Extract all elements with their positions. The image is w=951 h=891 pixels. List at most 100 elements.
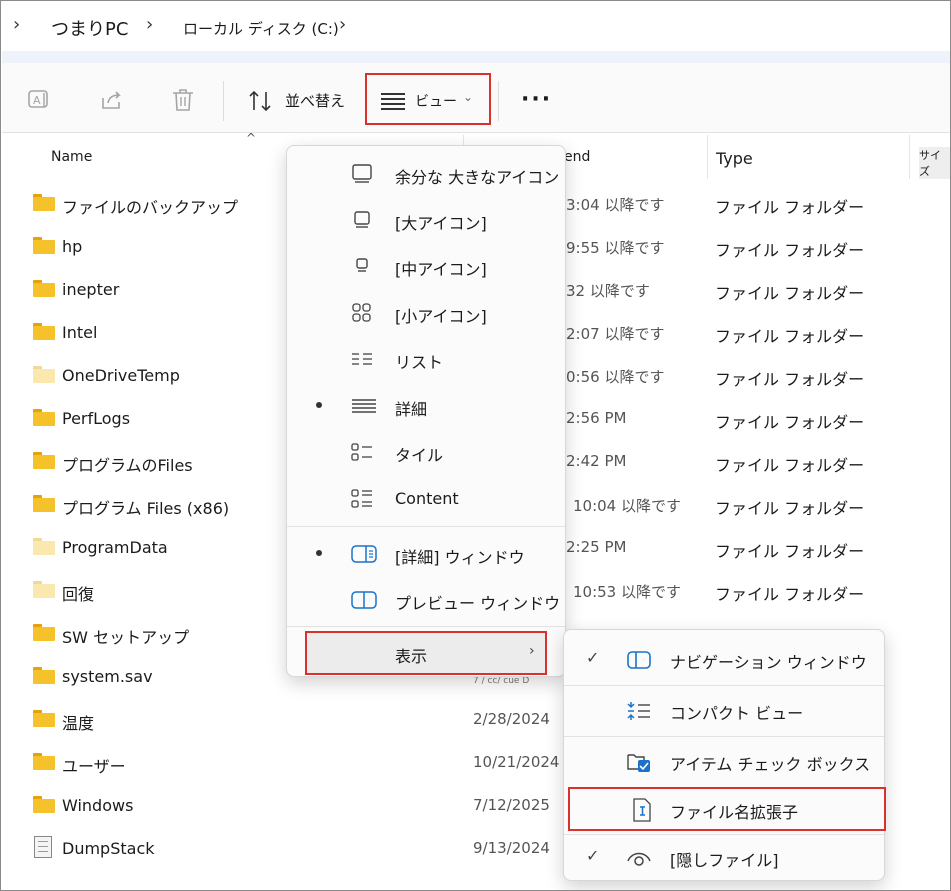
folder-icon [33,753,55,770]
view-menu-item[interactable]: プレビュー ウィンドウ [287,578,565,622]
file-name: SW セットアップ [62,628,190,647]
selected-bullet-icon [316,550,322,556]
navigation-pane-item[interactable]: ✓ ナビゲーション ウィンドウ [564,636,884,682]
item-checkboxes-item[interactable]: アイテム チェック ボックス [564,738,884,784]
svg-text:A: A [33,94,41,107]
folder-icon [33,495,55,512]
show-menu-label: 表示 [395,647,428,666]
view-button-label: ビュー [415,94,457,110]
folder-icon [33,452,55,469]
file-name-extensions-item[interactable]: ファイル名拡張子 [568,787,886,831]
folder-icon [33,409,55,426]
document-icon [34,836,52,858]
file-type: ファイル フォルダー [715,241,865,260]
folder-icon [33,624,55,641]
file-date: 9:55 以降です [566,239,665,257]
large-icon [351,210,373,230]
view-menu-item[interactable]: [詳細] ウィンドウ [287,532,565,576]
file-name: Intel [62,323,98,342]
view-menu-item[interactable]: リスト [287,337,565,381]
file-type: ファイル フォルダー [715,370,865,389]
file-type: ファイル フォルダー [715,542,865,561]
view-menu-item-label: [中アイコン] [395,260,487,279]
file-date: 10:53 以降です [573,583,681,601]
column-date[interactable]: end [564,149,590,165]
check-icon: ✓ [586,648,600,667]
file-explorer-window: › つまりPC › ローカル ディスク (C:) › A 並べ替え ビュー ⌄ … [0,0,951,891]
file-type: ファイル フォルダー [715,284,865,303]
file-date: 32 以降です [566,282,650,300]
address-bar[interactable] [2,2,950,54]
delete-icon[interactable] [169,86,197,114]
column-type[interactable]: Type [716,149,753,168]
breadcrumb-drive[interactable]: ローカル ディスク (C:) [183,18,339,39]
hidden-items-item[interactable]: ✓ [隠しファイル] [564,834,884,880]
show-submenu: ✓ ナビゲーション ウィンドウ コンパクト ビュー アイテム チェック ボックス… [563,629,886,881]
file-date: 2:07 以降です [566,325,665,343]
file-date: 7/12/2025 [473,796,550,814]
view-button[interactable]: ビュー ⌄ [365,73,491,125]
file-extension-icon [633,798,651,822]
folder-icon [33,366,55,383]
compact-view-label: コンパクト ビュー [670,704,804,723]
view-menu-item[interactable]: Content [287,477,565,521]
breadcrumb-pc[interactable]: つまりPC [51,15,128,41]
file-name: 回復 [62,585,95,604]
view-menu-item[interactable]: [大アイコン] [287,198,565,242]
share-icon[interactable] [98,86,126,114]
view-menu-item[interactable]: 詳細 [287,384,565,428]
chevron-right-icon: › [529,643,535,659]
check-icon: ✓ [586,846,600,865]
view-menu-item[interactable]: 余分な 大きなアイコン [287,152,565,196]
view-menu-item[interactable]: タイル [287,430,565,474]
sort-icon[interactable] [247,88,273,114]
file-date: 2:42 PM [566,452,627,470]
file-date: 2/28/2024 [473,710,550,728]
view-menu-item-label: [小アイコン] [395,307,487,326]
item-checkbox-icon [627,754,650,772]
folder-icon [33,237,55,254]
folder-icon [33,280,55,297]
view-menu-item-label: プレビュー ウィンドウ [395,594,561,613]
file-name: 温度 [62,714,95,733]
file-type: ファイル フォルダー [715,456,865,475]
view-menu: 余分な 大きなアイコン [大アイコン] [中アイコン] [小アイコン] リスト詳細タイル… [286,145,566,677]
file-date: 9/13/2024 [473,839,550,857]
sort-button[interactable]: 並べ替え [285,90,345,111]
file-type: ファイル フォルダー [715,499,865,518]
small-icons-icon [351,303,373,323]
file-name: hp [62,237,83,256]
view-menu-item[interactable]: [小アイコン] [287,291,565,335]
rename-icon[interactable]: A [25,86,53,114]
file-name: ユーザー [62,757,126,776]
file-date: 3:04 以降です [566,196,665,214]
file-name: ファイルのバックアップ [62,198,239,217]
file-date: 10:04 以降です [573,497,681,515]
view-menu-item-label: [詳細] ウィンドウ [395,548,525,567]
expand-chevron-icon[interactable]: › [13,14,20,35]
column-size[interactable]: サイズ [919,147,950,179]
details-icon [351,396,376,416]
tiles-icon [351,442,373,462]
file-name: system.sav [62,667,153,686]
folder-icon [33,538,55,555]
compact-view-icon [627,702,650,720]
breadcrumb-separator-icon[interactable]: › [146,14,153,35]
compact-view-item[interactable]: コンパクト ビュー [564,687,884,733]
folder-icon [33,194,55,211]
view-menu-item[interactable]: [中アイコン] [287,244,565,288]
overlap-artifact: 7 / cc/ cue D [473,676,530,686]
file-name: PerfLogs [62,409,131,428]
view-menu-item-label: 詳細 [395,400,428,419]
folder-icon [33,323,55,340]
show-menu-item[interactable]: 表示 › [305,631,547,675]
file-name: ProgramData [62,538,168,557]
breadcrumb-separator-icon[interactable]: › [339,14,346,35]
more-options-icon[interactable]: ··· [521,87,552,112]
folder-icon [33,581,55,598]
file-name-extensions-label: ファイル名拡張子 [670,803,799,822]
column-name[interactable]: Name [51,149,92,165]
item-checkboxes-label: アイテム チェック ボックス [670,755,871,774]
file-name: プログラムのFiles [62,456,193,475]
view-menu-item-label: リスト [395,353,444,372]
